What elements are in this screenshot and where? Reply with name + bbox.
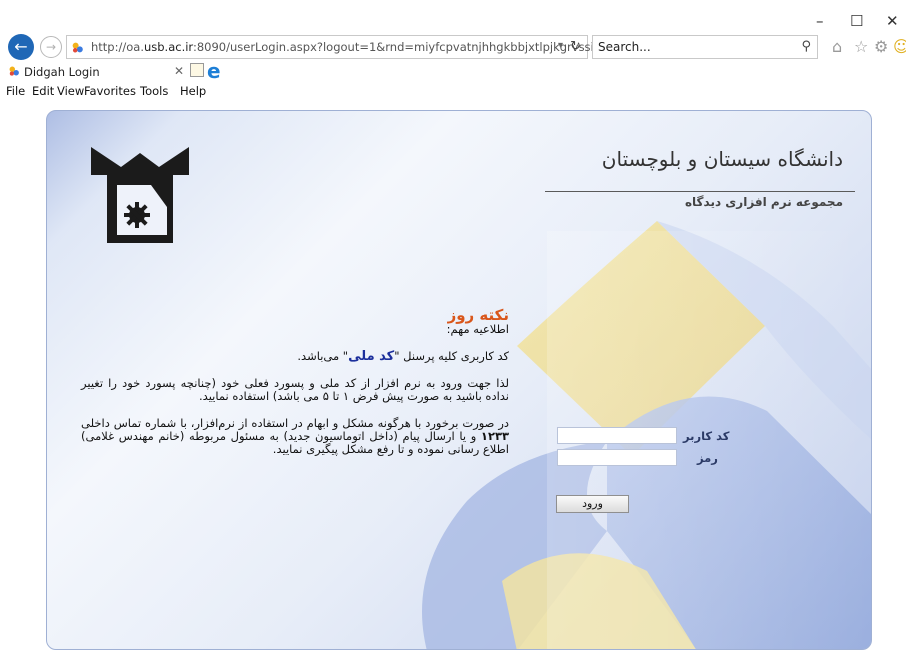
password-label: رمز	[697, 451, 718, 465]
address-bar[interactable]: http://oa.usb.ac.ir:8090/userLogin.aspx?…	[66, 35, 608, 59]
back-button[interactable]: ←	[8, 34, 34, 60]
menu-item-file[interactable]: File	[6, 84, 25, 98]
internet-explorer-icon: e	[207, 59, 221, 83]
window-titlebar: – ☐ ✕	[0, 0, 906, 34]
login-panel: دانشگاه سیستان و بلوچستان مجموعه نرم افز…	[46, 110, 872, 650]
smiley-icon[interactable]: ☺	[893, 37, 906, 56]
login-button[interactable]: ورود	[556, 495, 629, 513]
notice-subtitle: اطلاعیه مهم:	[446, 322, 509, 336]
url-domain: usb.ac.ir	[143, 40, 193, 54]
notice-title: نکته روز	[447, 306, 509, 324]
notice-text: در صورت برخورد با هرگونه مشکل و ابهام در…	[81, 416, 509, 430]
favorites-star-icon[interactable]: ☆	[854, 37, 868, 56]
national-code-highlight: کد ملی	[348, 349, 395, 364]
title-divider	[545, 191, 855, 192]
close-tab-icon[interactable]: ✕	[174, 64, 184, 78]
forward-button[interactable]: →	[40, 36, 62, 58]
menu-bar: File Edit View Favorites Tools Help	[0, 82, 906, 100]
username-field[interactable]	[557, 427, 677, 444]
arrow-left-icon: ←	[14, 37, 28, 56]
notice-text: و یا ارسال پیام (داخل اتوماسیون جدید) به…	[81, 429, 509, 456]
password-field[interactable]	[557, 449, 677, 466]
new-tab-button[interactable]	[190, 63, 204, 77]
search-input[interactable]: Search...	[598, 40, 651, 54]
notice-text: کد کاربری کلیه پرسنل "	[394, 349, 509, 363]
close-window-button[interactable]: ✕	[886, 12, 899, 30]
arrow-right-icon: →	[45, 40, 57, 54]
gear-icon[interactable]: ⚙	[874, 37, 888, 56]
university-logo	[91, 147, 189, 243]
site-favicon-icon	[72, 42, 83, 53]
search-box[interactable]: Search... ⚲	[592, 35, 818, 59]
address-dropdown-icon[interactable]: ▾	[558, 40, 563, 51]
tab-title: Didgah Login	[24, 65, 100, 79]
site-favicon-icon	[9, 66, 19, 76]
menu-item-help[interactable]: Help	[180, 84, 206, 98]
url-prefix: http://oa.	[91, 40, 144, 54]
refresh-icon[interactable]: ↻	[570, 39, 581, 54]
username-label: کد کاربر	[683, 429, 730, 443]
notice-paragraph-password: لذا جهت ورود به نرم افزار از کد ملی و پس…	[81, 376, 509, 403]
notice-text: " می‌باشد.	[297, 349, 349, 363]
notice-paragraph-support: در صورت برخورد با هرگونه مشکل و ابهام در…	[81, 417, 509, 456]
minimize-button[interactable]: –	[816, 12, 824, 30]
menu-item-edit[interactable]: Edit	[32, 84, 54, 98]
menu-item-favorites[interactable]: Favorites	[84, 84, 136, 98]
tip-of-the-day: نکته روز اطلاعیه مهم: کد کاربری کلیه پرس…	[81, 307, 509, 470]
url-suffix: :8090/userLogin.aspx?logout=1&rnd=miyfcp…	[192, 40, 609, 54]
address-url: http://oa.usb.ac.ir:8090/userLogin.aspx?…	[91, 40, 608, 54]
menu-item-tools[interactable]: Tools	[140, 84, 168, 98]
university-name: دانشگاه سیستان و بلوچستان	[601, 147, 843, 171]
home-icon[interactable]: ⌂	[832, 37, 842, 56]
maximize-button[interactable]: ☐	[850, 12, 863, 30]
support-extension: ۱۲۳۳	[480, 429, 509, 443]
notice-paragraph-username: کد کاربری کلیه پرسنل "کد ملی" می‌باشد.	[81, 349, 509, 364]
search-icon[interactable]: ⚲	[801, 39, 811, 54]
software-suite-name: مجموعه نرم افزاری دیدگاه	[684, 195, 843, 209]
tab-didgah-login[interactable]: Didgah Login ✕	[8, 62, 186, 82]
menu-item-view[interactable]: View	[57, 84, 84, 98]
